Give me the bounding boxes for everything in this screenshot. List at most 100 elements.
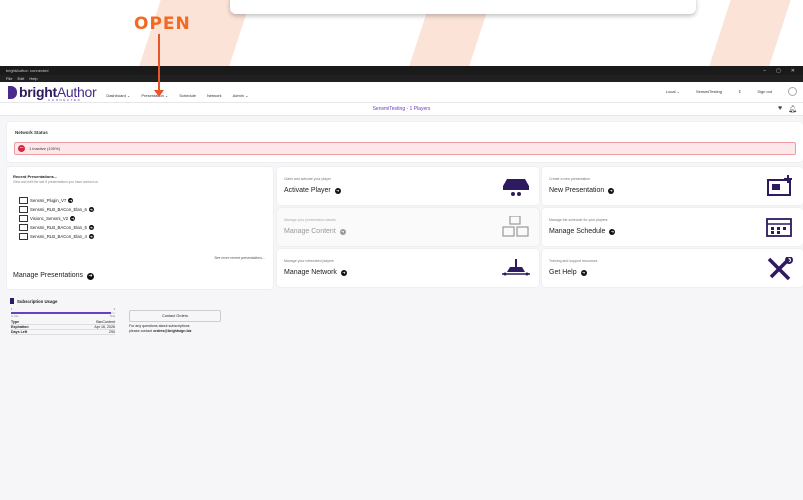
usage-labels: In Use Total [11, 315, 115, 318]
tile-manage-schedule[interactable]: Manage the schedule for your players Man… [542, 208, 803, 246]
tile-title: Manage Schedule ➜ [549, 228, 616, 235]
row-key: Type [11, 320, 20, 324]
tile-subtitle: Manage the schedule for your players [549, 218, 608, 222]
subscription-row-days-left: Days Left 290 [11, 330, 115, 335]
list-item[interactable]: Sensmi_RLB_BACon_Elan_4 ➜ [19, 232, 94, 241]
nav-network[interactable]: Network [207, 93, 222, 98]
player-device-icon [503, 179, 529, 196]
subscription-title-text: Subscription Usage [17, 298, 58, 304]
tile-title: Manage Content ➜ [284, 228, 346, 235]
close-icon[interactable]: ✕ [791, 68, 795, 74]
tile-subtitle: Create a new presentation [549, 177, 591, 181]
network-status-text: 1 inactive (100%) [29, 146, 60, 151]
arrow-right-icon: ➜ [608, 188, 615, 194]
minimize-icon[interactable]: – [763, 68, 766, 74]
app-window: brightAuthor: connected – ▢ ✕ File Edit He… [0, 66, 803, 500]
usage-bar-fill [11, 312, 111, 314]
favorite-icon[interactable]: ♥ [778, 105, 782, 113]
recent-subtitle: View and edit the last 5 presentations y… [13, 180, 99, 184]
open-callout-label: OPEN [134, 14, 191, 34]
tools-icon [767, 257, 793, 281]
contact-text: For any questions about subscriptions pl… [129, 324, 191, 334]
recent-list: Sensmi_Plugin_V7 ➜ Sensmi_RLB_BACon_Elan_… [19, 196, 94, 241]
in-use-value: 1 [11, 308, 13, 311]
subheader: SensmiTesting - 1 Players ♥ 🔔︎ [0, 103, 803, 116]
nav-admin[interactable]: Admin ⌄ [233, 93, 249, 98]
nav-right: Local ⌄ SensmiTesting ⇕ Sign out [666, 87, 797, 96]
banner-card [230, 0, 696, 14]
notification-icon[interactable]: 🔔︎ [788, 105, 797, 113]
tile-title: Manage Network ➜ [284, 269, 347, 276]
content-icon [502, 216, 529, 237]
arrow-right-icon[interactable]: ➜ [88, 234, 94, 239]
manage-presentations-link[interactable]: Manage Presentations ➜ [13, 272, 94, 280]
presentation-name: Visionc_Sensmi_V2 [30, 216, 69, 221]
nav-schedule[interactable]: Schedule [179, 93, 196, 98]
tile-get-help[interactable]: Training and support resources Get Help … [542, 249, 803, 287]
brightauthor-logo[interactable]: brightAuthor CONNECTED [8, 84, 97, 102]
maximize-icon[interactable]: ▢ [776, 68, 781, 74]
arrow-right-icon[interactable]: ➜ [88, 225, 94, 230]
subscription-title: Subscription Usage [10, 298, 57, 304]
contact-text-prefix: please contact [129, 329, 154, 333]
arrow-right-icon[interactable]: ➜ [68, 198, 74, 203]
tile-manage-content[interactable]: Manage your presentation assets Manage C… [277, 208, 539, 246]
server-icon [10, 298, 14, 304]
arrow-right-icon: ➜ [609, 229, 616, 235]
recent-presentations-panel: Recent Presentations... View and edit th… [7, 167, 273, 289]
tile-manage-network[interactable]: Manage your networked players Manage Net… [277, 249, 539, 287]
nav-dashboard[interactable]: Dashboard ⌄ [106, 93, 130, 98]
arrow-right-icon[interactable]: ➜ [70, 216, 76, 221]
network-switch-icon[interactable]: ⇕ [738, 89, 741, 94]
list-item[interactable]: Sensmi_RLB_BACon_Elan_6 ➜ [19, 205, 94, 214]
tile-title: New Presentation ➜ [549, 187, 615, 194]
tile-title-text: Manage Network [284, 269, 337, 276]
arrow-right-icon[interactable]: ➜ [88, 207, 94, 212]
arrow-right-icon: ➜ [334, 188, 341, 194]
row-value: BsnContent [96, 320, 115, 324]
tile-new-presentation[interactable]: Create a new presentation New Presentati… [542, 167, 803, 205]
main-navbar: brightAuthor CONNECTED Dashboard ⌄ Prese… [0, 82, 803, 103]
network-status-bar[interactable]: – 1 inactive (100%) [14, 142, 796, 155]
row-value: Apr 16, 2026 [94, 325, 115, 329]
inactive-icon: – [18, 145, 25, 152]
tile-title: Activate Player ➜ [284, 187, 341, 194]
arrow-right-icon: ➜ [340, 270, 347, 276]
menu-file[interactable]: File [6, 76, 12, 81]
total-value: 1 [113, 308, 115, 311]
menu-bar: File Edit Help [0, 75, 803, 82]
local-label: Local [665, 89, 676, 94]
tile-activate-player[interactable]: Claim and activate your player Activate … [277, 167, 539, 205]
tile-subtitle: Training and support resources [549, 259, 598, 263]
players-summary: SensmiTesting - 1 Players [372, 106, 431, 112]
network-status-title: Network Status [15, 130, 48, 135]
tile-title: Get Help ➜ [549, 269, 587, 276]
network-icon [502, 259, 530, 276]
menu-help[interactable]: Help [29, 76, 37, 81]
monitor-icon [19, 215, 28, 222]
presentation-icon [767, 175, 792, 196]
contact-orders-button[interactable]: Contact Orders [129, 310, 221, 322]
network-status-panel: Network Status – 1 inactive (100%) [7, 122, 803, 162]
user-avatar[interactable] [788, 87, 797, 96]
contact-email-link[interactable]: orders@brightsign.biz [153, 329, 191, 333]
row-key: Days Left [11, 330, 28, 334]
tile-title-text: New Presentation [549, 187, 605, 194]
sign-out-link[interactable]: Sign out [757, 89, 772, 94]
local-dropdown[interactable]: Local ⌄ [666, 89, 680, 94]
presentation-name: Sensmi_Plugin_V7 [30, 198, 67, 203]
monitor-icon [19, 233, 28, 240]
nav-links: Dashboard ⌄ Presentation ⌄ Schedule Netw… [106, 93, 248, 98]
menu-edit[interactable]: Edit [17, 76, 24, 81]
in-use-label: In Use [11, 315, 19, 318]
subscription-usage-bar [11, 312, 115, 314]
row-value: 290 [109, 330, 115, 334]
arrow-right-icon: ➜ [87, 273, 94, 280]
tutorial-banner: OPEN [0, 0, 803, 66]
list-item[interactable]: Sensmi_Plugin_V7 ➜ [19, 196, 94, 205]
list-item[interactable]: Visionc_Sensmi_V2 ➜ [19, 214, 94, 223]
list-item[interactable]: Sensmi_RLB_BACon_Elan_5 ➜ [19, 223, 94, 232]
see-more-link[interactable]: See more recent presentations... [214, 256, 265, 260]
tile-subtitle: Manage your networked players [284, 259, 334, 263]
tile-subtitle: Claim and activate your player [284, 177, 332, 181]
